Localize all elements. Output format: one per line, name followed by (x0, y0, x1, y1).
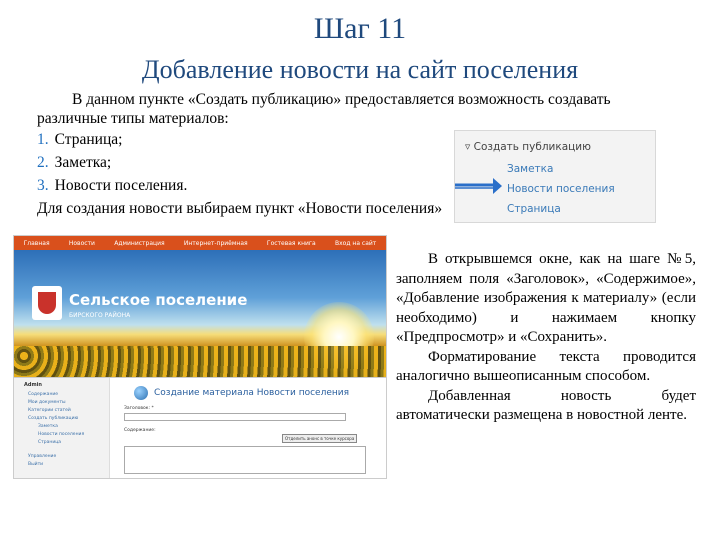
nav-item[interactable]: Администрация (114, 240, 164, 247)
admin-sidebar: Admin Содержание Мои документы Категории… (14, 378, 110, 478)
site-subtitle: БИРСКОГО РАЙОНА (69, 312, 131, 319)
paragraph: Форматирование текста проводится аналоги… (396, 348, 696, 385)
list-number: 3. (37, 177, 49, 194)
arrow-icon (455, 178, 502, 194)
sidebar-item[interactable]: Категории статей (28, 408, 71, 413)
sidebar-item[interactable]: Новости поселения (38, 432, 84, 437)
admin-form-screenshot: Admin Содержание Мои документы Категории… (13, 377, 387, 479)
slide-subtitle: Добавление новости на сайт поселения (141, 55, 579, 84)
outro-text: Для создания новости выбираем пункт «Нов… (37, 200, 443, 217)
sidebar-title: Admin (24, 382, 42, 388)
list-item: 1. Страница; (37, 131, 122, 149)
sidebar-item[interactable]: Управление (28, 454, 56, 459)
title-input[interactable] (124, 413, 346, 421)
content-textarea[interactable] (124, 446, 366, 474)
list-text: Страница; (54, 131, 123, 148)
sidebar-item[interactable]: Создать публикацию (28, 416, 78, 421)
admin-heading: Создание материала Новости поселения (154, 388, 350, 398)
instructions-text: В открывшемся окне, как на шаге №5, запо… (396, 250, 696, 426)
sidebar-item[interactable]: Выйти (28, 462, 43, 467)
paragraph: В открывшемся окне, как на шаге №5, запо… (396, 251, 696, 345)
nav-item[interactable]: Главная (24, 240, 50, 247)
title-label: Заголовок: * (124, 406, 154, 411)
nav-item[interactable]: Интернет-приёмная (184, 240, 248, 247)
list-item: 3. Новости поселения. (37, 177, 187, 195)
coat-of-arms-icon (32, 286, 62, 320)
nav-item[interactable]: Новости (69, 240, 95, 247)
site-banner-screenshot: Главная Новости Администрация Интернет-п… (13, 235, 387, 387)
sidebar-item[interactable]: Страница (38, 440, 61, 445)
intro-line-1: В данном пункте «Создать публикацию» пре… (72, 91, 611, 108)
list-number: 2. (37, 154, 49, 171)
sidebar-item[interactable]: Содержание (28, 392, 58, 397)
split-summary-button[interactable]: Отделить анонс в точке курсора (282, 434, 358, 443)
globe-icon (134, 386, 148, 400)
slide-title: Шаг 11 (313, 12, 407, 45)
list-item: 2. Заметка; (37, 154, 111, 172)
menu-header-label: Создать публикацию (473, 141, 591, 153)
list-text: Заметка; (54, 154, 112, 171)
intro-line-2: различные типы материалов: (37, 110, 229, 127)
nav-item[interactable]: Вход на сайт (335, 240, 376, 247)
sidebar-item[interactable]: Мои документы (28, 400, 66, 405)
site-nav: Главная Новости Администрация Интернет-п… (14, 236, 386, 250)
site-title: Сельское поселение (69, 291, 248, 309)
content-label: Содержание: (124, 428, 156, 433)
sidebar-item[interactable]: Заметка (38, 424, 58, 429)
menu-item-note[interactable]: Заметка (507, 163, 553, 175)
menu-item-page[interactable]: Страница (507, 203, 561, 215)
menu-header[interactable]: ▿ Создать публикацию (465, 141, 591, 153)
list-text: Новости поселения. (54, 177, 188, 194)
paragraph: Добавленная новость будет автоматически … (396, 387, 696, 424)
list-number: 1. (37, 131, 49, 148)
menu-item-news[interactable]: Новости поселения (507, 183, 615, 195)
nav-item[interactable]: Гостевая книга (267, 240, 316, 247)
